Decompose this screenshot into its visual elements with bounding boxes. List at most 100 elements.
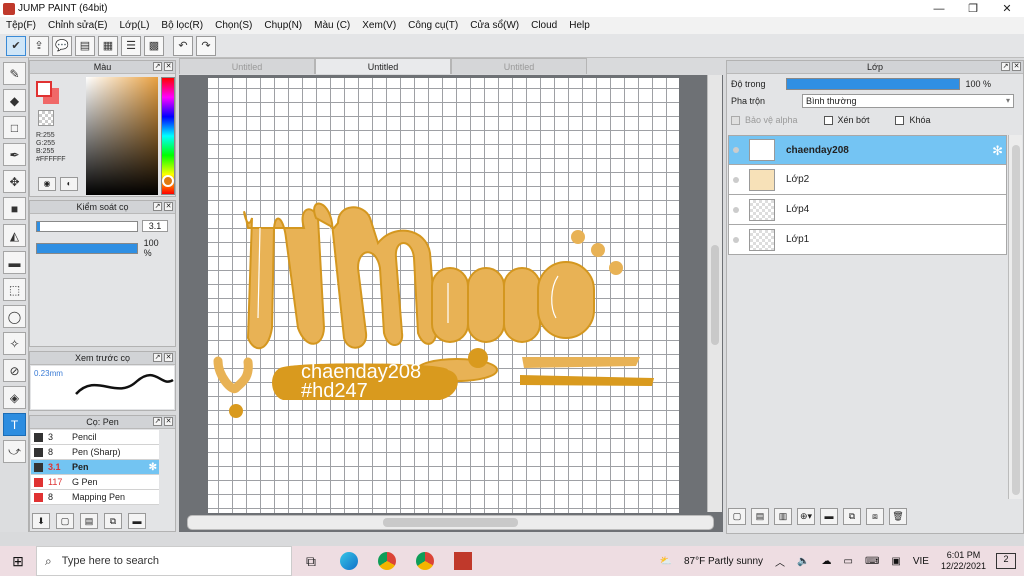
- add-layer-menu-icon[interactable]: ⊕▾: [797, 508, 815, 525]
- layer-item[interactable]: Lớp1: [728, 225, 1007, 255]
- brush-size-value[interactable]: 3.1: [142, 220, 168, 232]
- tab-untitled-2[interactable]: Untitled: [315, 58, 451, 74]
- layer-item[interactable]: chaenday208 ✻: [728, 135, 1007, 165]
- layer-settings-gear-icon[interactable]: ✻: [992, 143, 1003, 159]
- layer-folder-icon[interactable]: ▬: [820, 508, 838, 525]
- layer-visibility-icon[interactable]: [733, 176, 739, 183]
- menu-window[interactable]: Cửa sổ(W): [470, 20, 519, 31]
- chrome-icon[interactable]: [368, 546, 406, 576]
- keyboard-icon[interactable]: ⌨: [865, 556, 879, 567]
- brush-item-g-pen[interactable]: 117 G Pen: [31, 475, 159, 490]
- panel-float-icon[interactable]: ↗: [1001, 62, 1010, 71]
- close-button[interactable]: ✕: [990, 0, 1024, 17]
- chrome-icon[interactable]: [406, 546, 444, 576]
- panel-close-icon[interactable]: ✕: [164, 417, 173, 426]
- menu-tools[interactable]: Công cụ(T): [408, 20, 458, 31]
- duplicate-layer-icon[interactable]: ⧉: [843, 508, 861, 525]
- comment-icon[interactable]: 💬: [52, 35, 72, 56]
- panel-float-icon[interactable]: ↗: [153, 62, 162, 71]
- panel-float-icon[interactable]: ↗: [153, 417, 162, 426]
- panel-float-icon[interactable]: ↗: [153, 202, 162, 211]
- notifications-icon[interactable]: 2: [996, 553, 1016, 569]
- merge-layer-icon[interactable]: ⧈: [866, 508, 884, 525]
- network-icon[interactable]: ☁: [821, 556, 831, 567]
- hue-slider-knob[interactable]: [162, 175, 174, 187]
- check-icon[interactable]: ✔: [6, 35, 26, 56]
- language-indicator[interactable]: VIE: [913, 556, 929, 567]
- new-brush-icon[interactable]: ▢: [56, 513, 74, 529]
- new-layer-8bit-icon[interactable]: ▤: [751, 508, 769, 525]
- menu-cloud[interactable]: Cloud: [531, 20, 557, 31]
- scroll-thumb[interactable]: [1012, 145, 1020, 495]
- move-tool-icon[interactable]: ✥: [3, 170, 26, 193]
- weather-icon[interactable]: ⛅: [660, 556, 672, 567]
- brush-download-icon[interactable]: ⬇: [32, 513, 50, 529]
- panel-close-icon[interactable]: ✕: [164, 353, 173, 362]
- layer-visibility-icon[interactable]: [733, 206, 739, 213]
- volume-icon[interactable]: 🔈: [797, 556, 809, 567]
- layer-visibility-icon[interactable]: [733, 147, 739, 153]
- menu-capture[interactable]: Chụp(N): [264, 20, 302, 31]
- menu-filter[interactable]: Bộ lọc(R): [161, 20, 203, 31]
- brush-tool-icon[interactable]: ✎: [3, 62, 26, 85]
- select-rect-tool-icon[interactable]: ⬚: [3, 278, 26, 301]
- magic-wand-tool-icon[interactable]: ✧: [3, 332, 26, 355]
- clock[interactable]: 6:01 PM 12/22/2021: [941, 550, 986, 572]
- menu-color[interactable]: Màu (C): [314, 20, 350, 31]
- layer-visibility-icon[interactable]: [733, 236, 739, 243]
- protect-alpha-checkbox[interactable]: Bảo vệ alpha: [731, 115, 798, 125]
- brush-size-slider[interactable]: [36, 220, 138, 232]
- windows-start-icon[interactable]: ⊞: [0, 553, 36, 570]
- pen-tool-icon[interactable]: ✒: [3, 143, 26, 166]
- bucket-tool-icon[interactable]: ◭: [3, 224, 26, 247]
- redo-icon[interactable]: ↷: [196, 35, 216, 56]
- panel-float-icon[interactable]: ↗: [153, 353, 162, 362]
- scroll-thumb[interactable]: [383, 518, 518, 527]
- gradient-tool-icon[interactable]: ▬: [3, 251, 26, 274]
- layer-opacity-slider[interactable]: [785, 78, 960, 90]
- message-icon[interactable]: ▤: [75, 35, 95, 56]
- drawing-canvas[interactable]: chaenday208 #hd247: [208, 78, 679, 513]
- foreground-color-swatch[interactable]: [36, 81, 52, 97]
- brush-copy-icon[interactable]: ⧉: [104, 513, 122, 529]
- minimize-button[interactable]: —: [922, 0, 956, 17]
- color-wheel-icon[interactable]: ◐: [60, 177, 78, 191]
- select-eraser-tool-icon[interactable]: ◈: [3, 386, 26, 409]
- eraser-tool-icon[interactable]: ◆: [3, 89, 26, 112]
- menu-layer[interactable]: Lớp(L): [120, 20, 150, 31]
- menu-edit[interactable]: Chỉnh sửa(E): [48, 20, 108, 31]
- brush-opacity-slider[interactable]: [36, 242, 138, 254]
- menu-select[interactable]: Chọn(S): [215, 20, 252, 31]
- brush-item-pen-sharp[interactable]: 8 Pen (Sharp): [31, 445, 159, 460]
- document-icon[interactable]: ▦: [98, 35, 118, 56]
- clip-checkbox[interactable]: Xén bớt: [823, 115, 869, 125]
- undo-icon[interactable]: ↶: [173, 35, 193, 56]
- new-layer-1bit-icon[interactable]: ▥: [774, 508, 792, 525]
- panel-close-icon[interactable]: ✕: [1012, 62, 1021, 71]
- canvas-vertical-scrollbar[interactable]: [707, 75, 722, 512]
- chevron-up-icon[interactable]: ︿: [775, 554, 785, 569]
- palette-icon[interactable]: ◉: [38, 177, 56, 191]
- delete-layer-icon[interactable]: 🗑: [889, 508, 907, 525]
- tab-untitled-3[interactable]: Untitled: [451, 58, 587, 74]
- tab-untitled-1[interactable]: Untitled: [179, 58, 315, 74]
- brush-options-icon[interactable]: ▤: [80, 513, 98, 529]
- fill-rect-tool-icon[interactable]: ■: [3, 197, 26, 220]
- jump-paint-taskbar-icon[interactable]: [444, 546, 482, 576]
- menu-view[interactable]: Xem(V): [362, 20, 396, 31]
- list-icon[interactable]: ☰: [121, 35, 141, 56]
- layer-item[interactable]: Lớp4: [728, 195, 1007, 225]
- shape-tool-icon[interactable]: □: [3, 116, 26, 139]
- task-view-icon[interactable]: ⧉: [292, 546, 330, 576]
- grid-icon[interactable]: ▩: [144, 35, 164, 56]
- layer-list-scrollbar[interactable]: [1008, 135, 1022, 499]
- new-layer-icon[interactable]: ▢: [728, 508, 746, 525]
- select-pen-tool-icon[interactable]: ⊘: [3, 359, 26, 382]
- battery-icon[interactable]: ▭: [843, 556, 852, 567]
- brush-item-pen[interactable]: 3.1 Pen ✻: [31, 460, 159, 475]
- scroll-thumb[interactable]: [711, 245, 719, 345]
- lasso-tool-icon[interactable]: ◯: [3, 305, 26, 328]
- canvas-horizontal-scrollbar[interactable]: [187, 515, 714, 530]
- menu-file[interactable]: Tệp(F): [6, 20, 36, 31]
- share-icon[interactable]: ⇪: [29, 35, 49, 56]
